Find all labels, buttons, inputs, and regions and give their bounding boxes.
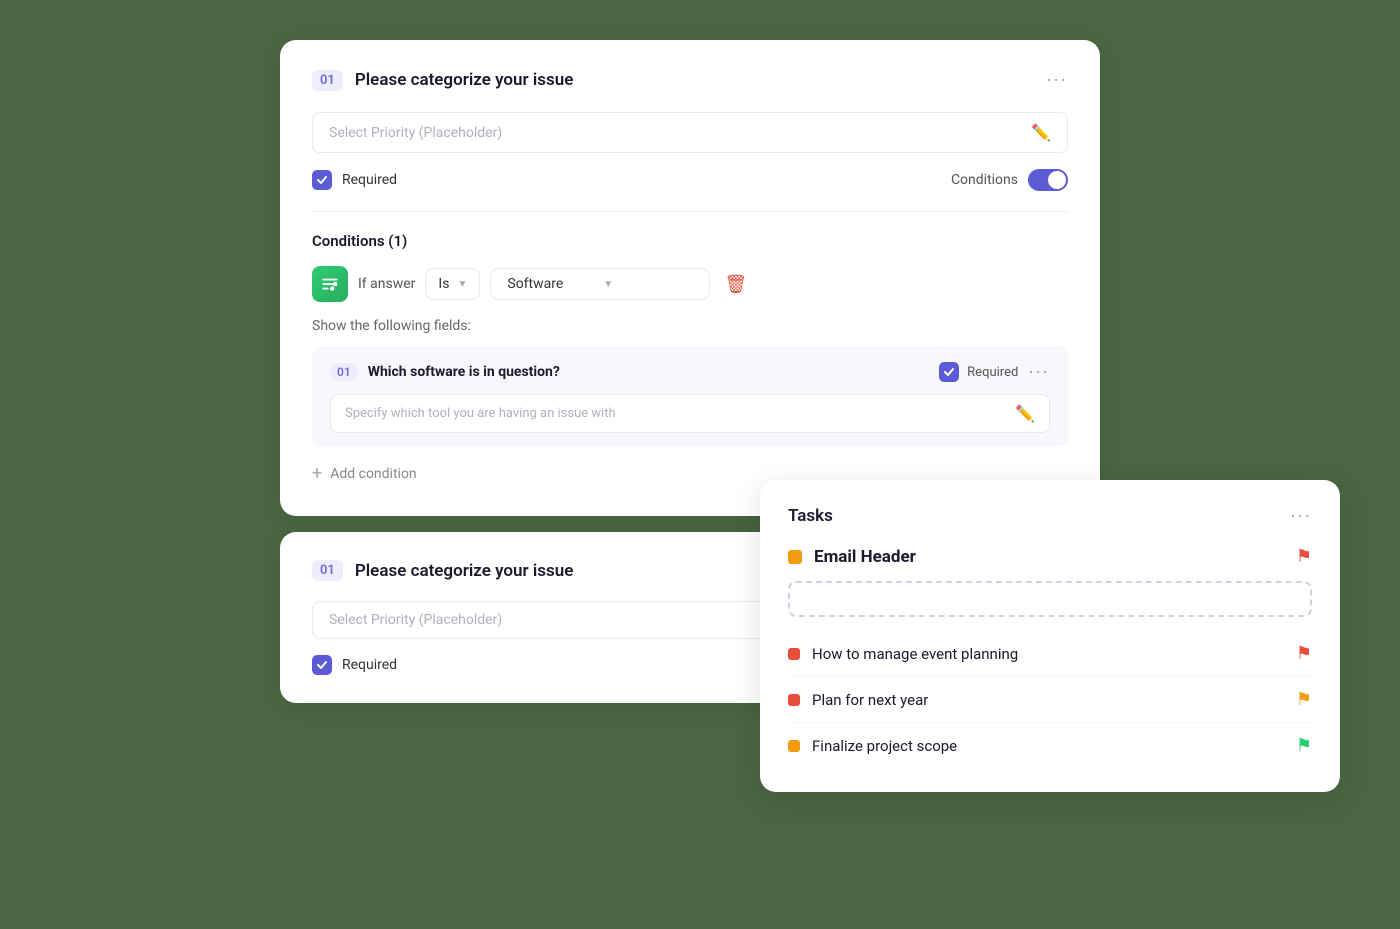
conditions-title: Conditions (1) — [312, 232, 1068, 250]
tasks-title: Tasks — [788, 506, 833, 526]
nested-field-title: Which software is in question? — [368, 364, 929, 380]
email-dot — [788, 550, 802, 564]
value-dropdown[interactable]: Software ▼ — [490, 268, 710, 300]
nested-step-badge: 01 — [330, 363, 358, 381]
email-header-title: Email Header — [814, 547, 1284, 567]
operator-value: Is — [438, 276, 449, 292]
priority-placeholder: Select Priority (Placeholder) — [329, 125, 502, 141]
required-checkbox-label-2: Required — [312, 655, 397, 675]
nested-required-row: Required — [939, 362, 1018, 382]
nested-field-card: 01 Which software is in question? Requir… — [312, 346, 1068, 447]
required-label-2: Required — [342, 657, 397, 673]
tasks-header: Tasks ··· — [788, 504, 1312, 528]
task-dot-3 — [788, 740, 800, 752]
task-name-2: Plan for next year — [812, 691, 1284, 709]
nested-select-field[interactable]: Specify which tool you are having an iss… — [330, 394, 1050, 433]
operator-dropdown[interactable]: Is ▼ — [425, 268, 480, 300]
nested-pencil-icon[interactable]: ✏️ — [1015, 404, 1035, 423]
required-checkbox-label: Required — [312, 170, 397, 190]
nested-placeholder: Specify which tool you are having an iss… — [345, 406, 616, 421]
card-header-1: 01 Please categorize your issue ··· — [312, 68, 1068, 92]
value-text: Software — [507, 276, 563, 292]
card-title-1: Please categorize your issue — [355, 70, 574, 90]
task-dot-1 — [788, 648, 800, 660]
task-dot-2 — [788, 694, 800, 706]
nested-required-label: Required — [967, 365, 1018, 380]
nested-field-header: 01 Which software is in question? Requir… — [330, 360, 1050, 384]
email-header-row: Email Header ⚑ — [788, 546, 1312, 567]
tasks-more-options[interactable]: ··· — [1290, 504, 1312, 528]
task-item-3[interactable]: Finalize project scope ⚑ — [788, 723, 1312, 768]
task-name-1: How to manage event planning — [812, 645, 1284, 663]
required-label: Required — [342, 172, 397, 188]
if-answer-label: If answer — [358, 276, 415, 292]
email-flag-icon: ⚑ — [1296, 546, 1312, 567]
priority-placeholder-2: Select Priority (Placeholder) — [329, 612, 502, 628]
task-flag-3: ⚑ — [1296, 735, 1312, 756]
conditions-toggle[interactable] — [1028, 169, 1068, 191]
more-options-button[interactable]: ··· — [1046, 68, 1068, 92]
conditions-label: Conditions — [951, 172, 1018, 188]
required-checkbox[interactable] — [312, 170, 332, 190]
step-badge-2: 01 — [312, 560, 343, 581]
step-badge-1: 01 — [312, 70, 343, 91]
priority-select[interactable]: Select Priority (Placeholder) ✏️ — [312, 112, 1068, 153]
card2-header-left: 01 Please categorize your issue — [312, 560, 573, 581]
add-condition-label: Add condition — [330, 466, 416, 482]
pencil-icon[interactable]: ✏️ — [1031, 123, 1051, 142]
nested-more-options[interactable]: ··· — [1028, 360, 1050, 384]
delete-condition-button[interactable]: 🗑 — [724, 274, 747, 295]
card-title-2: Please categorize your issue — [355, 561, 574, 581]
task-item-1[interactable]: How to manage event planning ⚑ — [788, 631, 1312, 677]
plus-icon: + — [312, 463, 322, 484]
task-flag-2: ⚑ — [1296, 689, 1312, 710]
operator-arrow: ▼ — [457, 279, 467, 290]
value-arrow: ▼ — [603, 279, 613, 290]
task-flag-1: ⚑ — [1296, 643, 1312, 664]
card-header-left: 01 Please categorize your issue — [312, 70, 573, 91]
divider-1 — [312, 211, 1068, 212]
form-card-1: 01 Please categorize your issue ··· Sele… — [280, 40, 1100, 516]
condition-icon — [312, 266, 348, 302]
nested-required-checkbox[interactable] — [939, 362, 959, 382]
tasks-panel: Tasks ··· Email Header ⚑ How to manage e… — [760, 480, 1340, 792]
conditions-right: Conditions — [951, 169, 1068, 191]
show-fields-label: Show the following fields: — [312, 318, 1068, 334]
condition-row: If answer Is ▼ Software ▼ 🗑 — [312, 266, 1068, 302]
drop-placeholder — [788, 581, 1312, 617]
required-conditions-row: Required Conditions — [312, 169, 1068, 191]
task-item-2[interactable]: Plan for next year ⚑ — [788, 677, 1312, 723]
required-checkbox-2[interactable] — [312, 655, 332, 675]
task-name-3: Finalize project scope — [812, 737, 1284, 755]
